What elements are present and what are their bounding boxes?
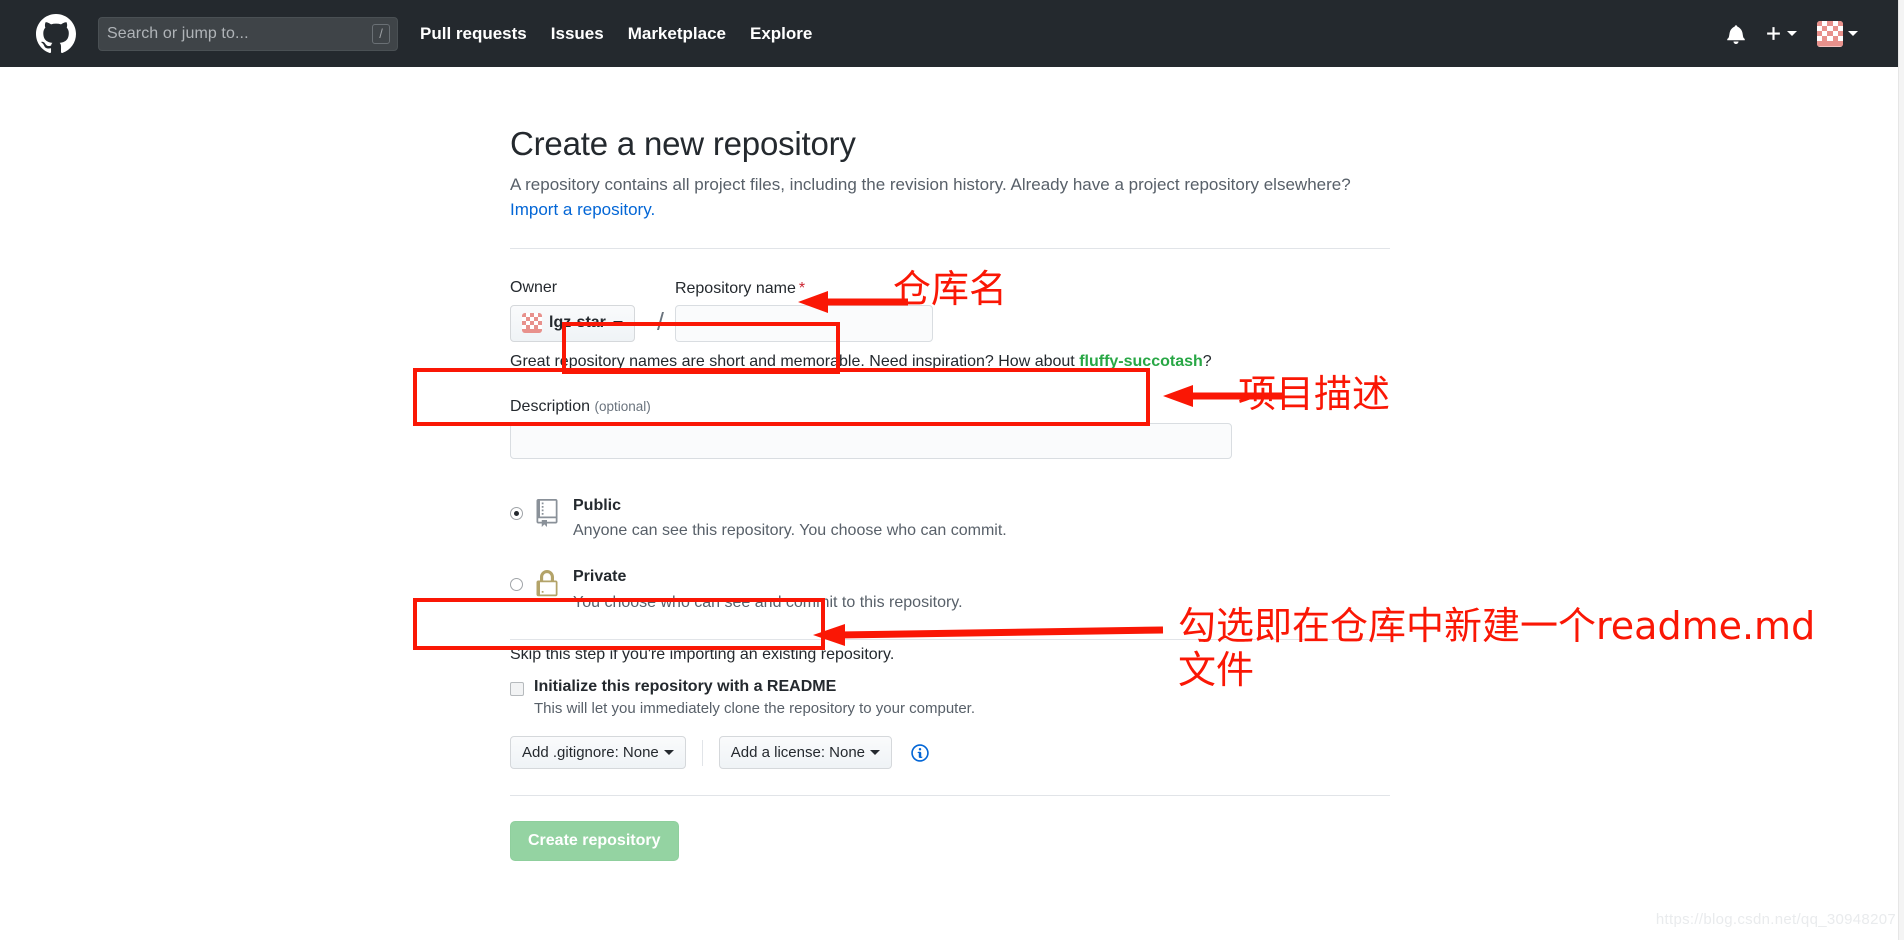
- info-circle-icon[interactable]: [910, 743, 930, 763]
- skip-step-text: Skip this step if you're importing an ex…: [510, 646, 895, 664]
- public-radio[interactable]: [510, 506, 523, 520]
- owner-field: Owner lgz-star: [510, 279, 650, 342]
- owner-avatar-identicon: [522, 313, 542, 334]
- search-placeholder: Search or jump to...: [107, 24, 249, 42]
- page-scrollbar[interactable]: [1898, 0, 1904, 940]
- watermark: https://blog.csdn.net/qq_30948207: [1655, 911, 1896, 928]
- private-title: Private: [573, 567, 627, 585]
- description-optional-note: (optional): [594, 398, 651, 414]
- add-gitignore-button[interactable]: Add .gitignore: None: [510, 736, 686, 770]
- owner-name-separator: /: [657, 307, 664, 336]
- nav-pull-requests[interactable]: Pull requests: [420, 24, 527, 44]
- owner-label: Owner: [510, 279, 558, 297]
- repo-book-icon: [534, 498, 564, 532]
- private-option-text: Private You choose who can see and commi…: [573, 566, 963, 613]
- repository-name-field: Repository name *: [674, 280, 1390, 342]
- description-input[interactable]: [510, 422, 1232, 459]
- repository-name-suggestion[interactable]: fluffy-succotash: [1079, 353, 1203, 370]
- search-shortcut-key: /: [372, 23, 390, 44]
- page-title: Create a new repository: [510, 125, 856, 162]
- initialize-readme-option[interactable]: Initialize this repository with a README…: [510, 678, 1390, 717]
- initialize-readme-title: Initialize this repository with a README: [534, 678, 837, 696]
- user-menu[interactable]: [1817, 20, 1858, 47]
- repository-name-label: Repository name *: [675, 280, 1390, 298]
- divider-middle: [510, 639, 1390, 641]
- repository-name-input[interactable]: [674, 304, 933, 342]
- repository-name-hint: Great repository names are short and mem…: [510, 353, 1390, 371]
- nav-issues[interactable]: Issues: [551, 24, 604, 44]
- chevron-down-icon: [663, 750, 674, 756]
- lock-icon: [534, 569, 564, 603]
- chevron-down-icon: [1787, 31, 1797, 36]
- public-description: Anyone can see this repository. You choo…: [573, 522, 1007, 540]
- owner-selected-label: lgz-star: [549, 314, 606, 332]
- required-asterisk: *: [798, 279, 806, 297]
- visibility-option-public[interactable]: Public Anyone can see this repository. Y…: [510, 495, 1390, 542]
- owner-select-button[interactable]: lgz-star: [510, 304, 635, 342]
- add-gitignore-label: Add .gitignore: None: [522, 744, 659, 762]
- divider-bottom: [510, 795, 1390, 797]
- repository-name-label-text: Repository name: [674, 279, 796, 297]
- initialize-readme-description: This will let you immediately clone the …: [534, 700, 976, 718]
- bell-icon[interactable]: [1727, 24, 1745, 44]
- page-lead: A repository contains all project files,…: [510, 173, 1390, 222]
- search-input[interactable]: Search or jump to... /: [98, 16, 398, 51]
- visibility-option-private[interactable]: Private You choose who can see and commi…: [510, 566, 1390, 613]
- page-lead-text: A repository contains all project files,…: [510, 175, 1351, 194]
- nav-marketplace[interactable]: Marketplace: [628, 24, 726, 44]
- create-repository-actions: Create repository: [510, 821, 1390, 862]
- template-dropdowns: Add .gitignore: None Add a license: None: [510, 736, 1390, 770]
- private-radio[interactable]: [510, 577, 523, 591]
- public-title: Public: [573, 496, 622, 514]
- description-label-text: Description: [510, 397, 591, 415]
- create-new-menu[interactable]: [1765, 25, 1797, 42]
- primary-nav: Pull requests Issues Marketplace Explore: [420, 24, 836, 44]
- initialize-readme-text: Initialize this repository with a README…: [534, 678, 975, 717]
- new-repository-form: Create a new repository A repository con…: [510, 125, 1390, 862]
- header-actions: [1727, 20, 1880, 47]
- plus-icon: [1765, 25, 1782, 42]
- chevron-down-icon: [1848, 31, 1858, 36]
- initialize-readme-checkbox[interactable]: [510, 682, 524, 697]
- chevron-down-icon: [870, 750, 881, 756]
- import-repository-link[interactable]: Import a repository.: [510, 200, 655, 219]
- nav-explore[interactable]: Explore: [750, 24, 812, 44]
- visibility-options: Public Anyone can see this repository. Y…: [510, 495, 1390, 613]
- repository-name-hint-suffix: ?: [1202, 352, 1212, 370]
- add-license-label: Add a license: None: [730, 744, 866, 762]
- global-header: Search or jump to... / Pull requests Iss…: [0, 0, 1904, 67]
- description-label: Description (optional): [510, 398, 1390, 416]
- description-field: Description (optional): [510, 398, 1390, 459]
- owner-and-name-row: Owner lgz-star / Repository name *: [510, 279, 1390, 342]
- user-avatar-identicon: [1817, 20, 1843, 47]
- add-license-button[interactable]: Add a license: None: [718, 736, 893, 770]
- dropdown-separator: [701, 739, 703, 766]
- create-repository-button[interactable]: Create repository: [510, 821, 679, 862]
- divider-top: [510, 248, 1390, 250]
- repository-name-hint-prefix: Great repository names are short and mem…: [510, 352, 1080, 370]
- public-option-text: Public Anyone can see this repository. Y…: [573, 495, 1007, 542]
- chevron-down-icon: [612, 320, 623, 326]
- github-mark-icon[interactable]: [36, 13, 76, 54]
- private-description: You choose who can see and commit to thi…: [573, 593, 963, 611]
